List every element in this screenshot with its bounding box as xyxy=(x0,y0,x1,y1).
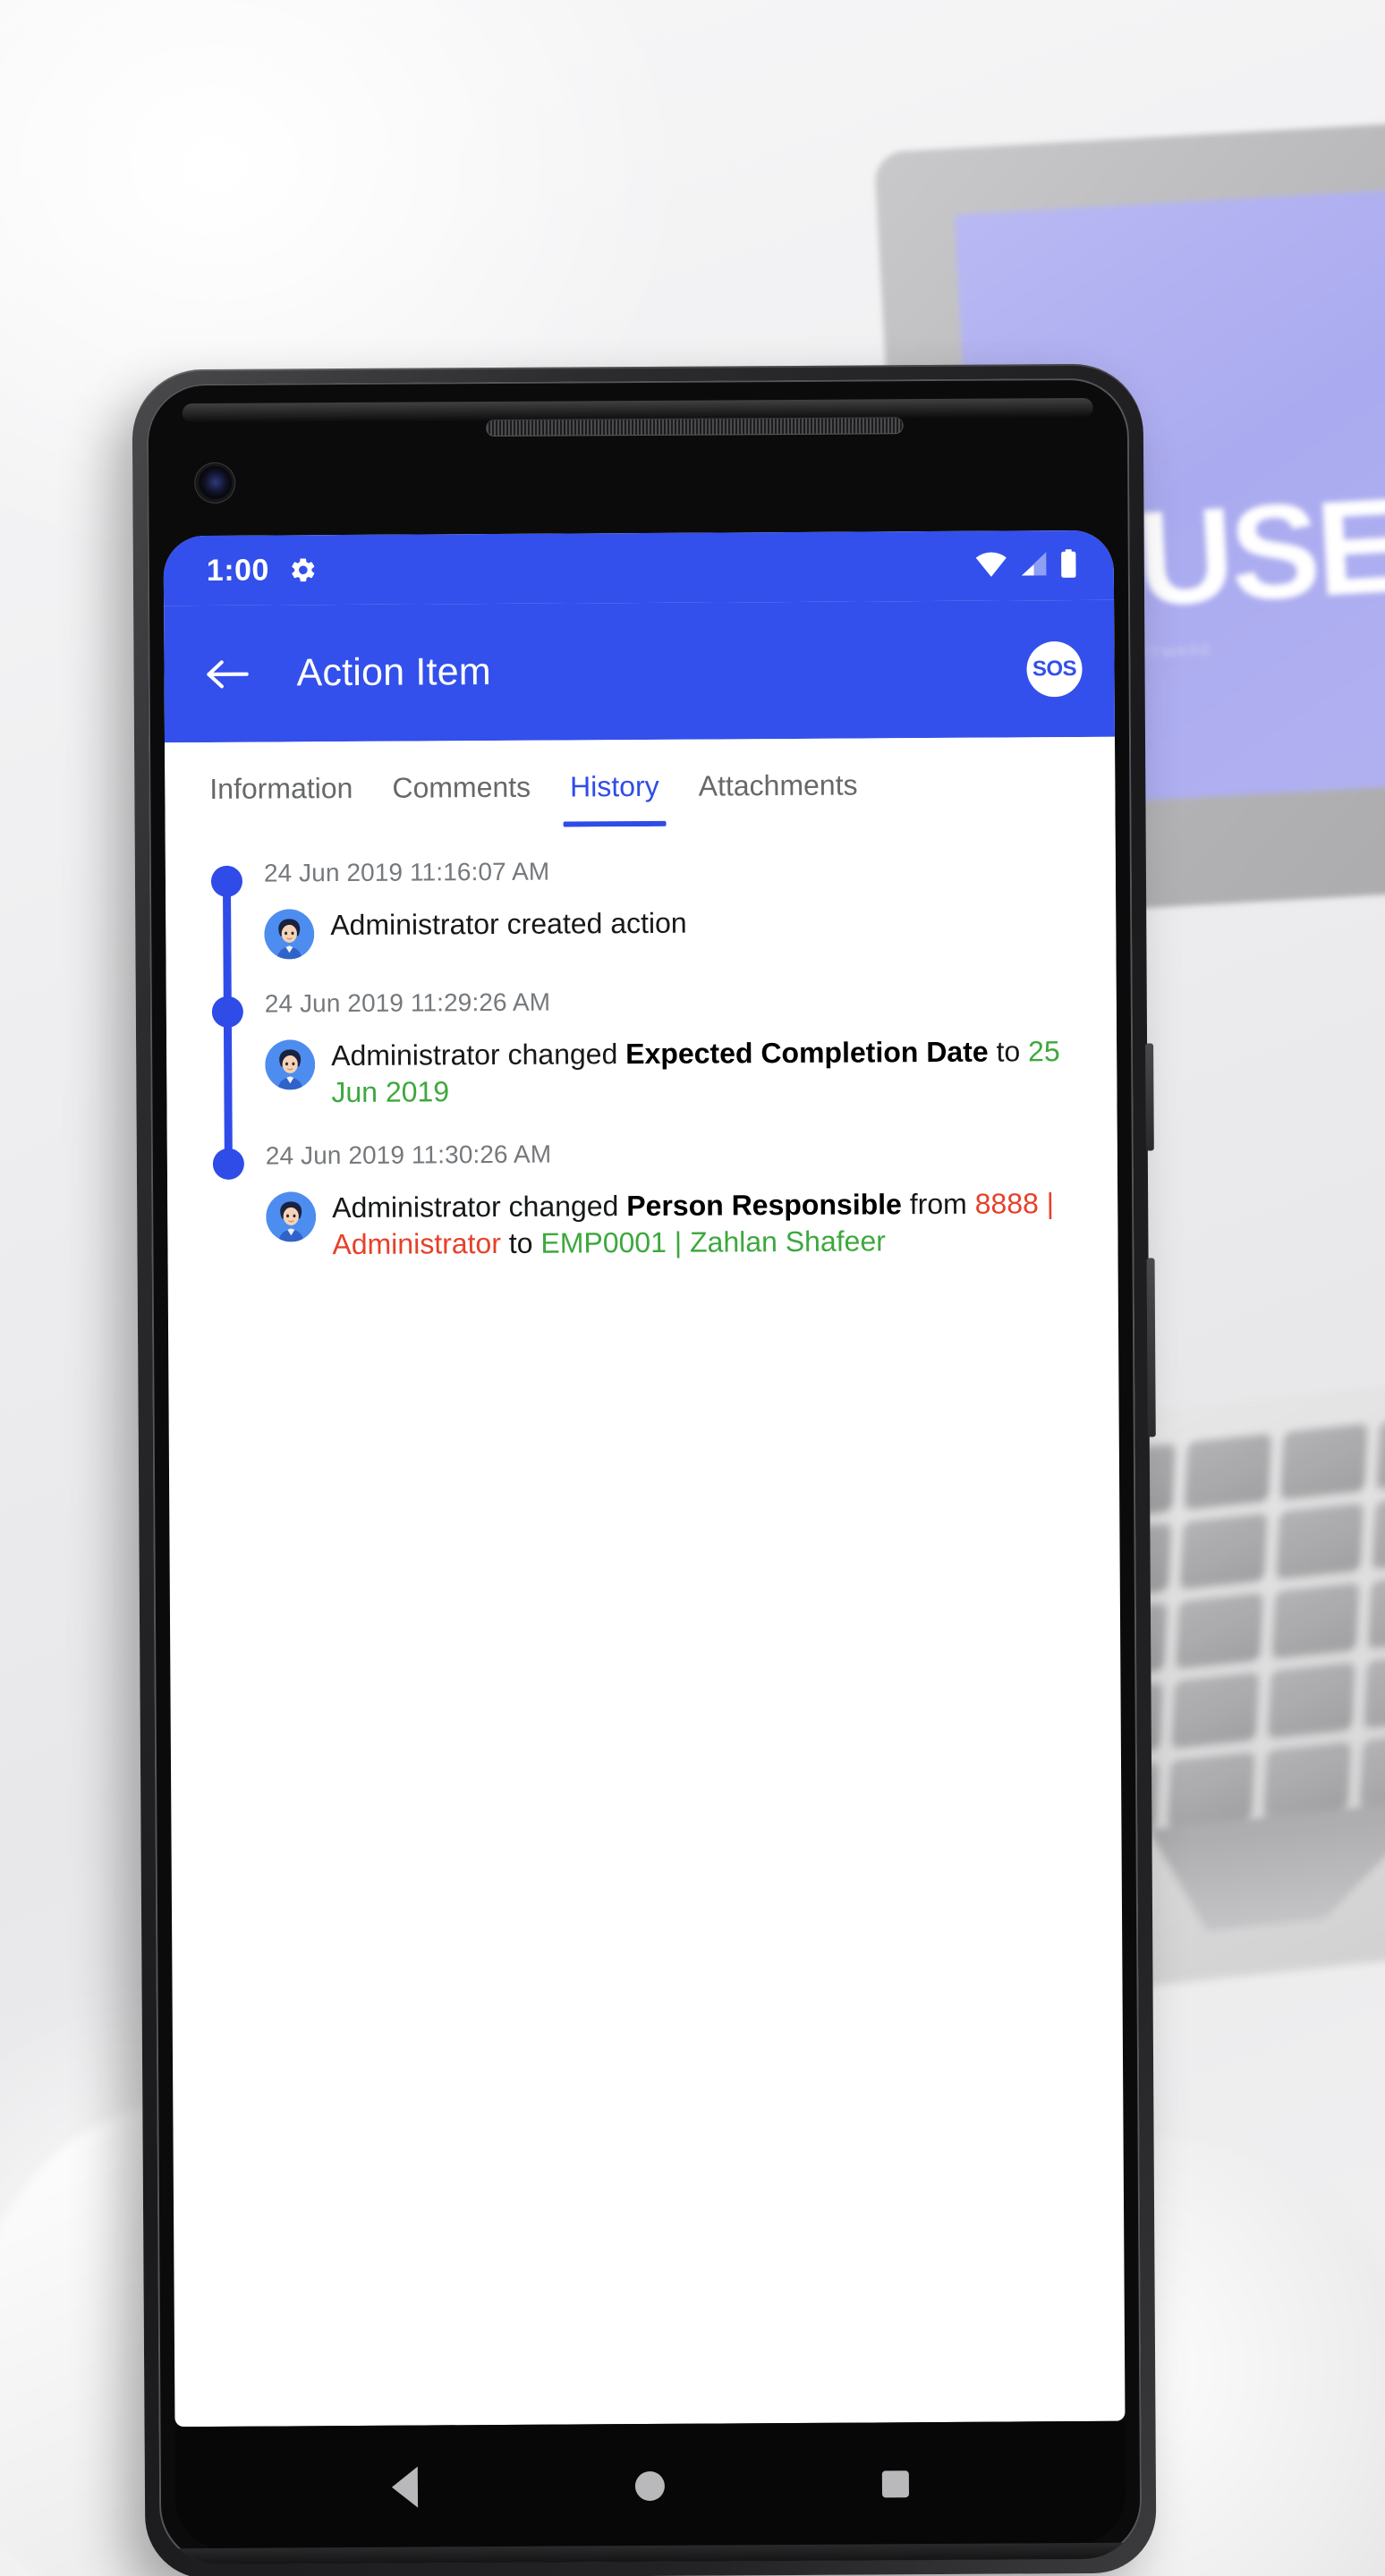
history-entry-text: Administrator changed Expected Completio… xyxy=(331,1031,1081,1111)
history-timestamp: 24 Jun 2019 11:16:07 AM xyxy=(263,857,550,887)
tab-information[interactable]: Information xyxy=(190,767,372,829)
tab-history[interactable]: History xyxy=(550,765,679,827)
history-text-part: from xyxy=(901,1187,975,1221)
phone-bezel: 1:00 Action Item SOS Information Comment… xyxy=(146,377,1143,2565)
history-entry-text: Administrator created action xyxy=(330,903,687,944)
tab-comments[interactable]: Comments xyxy=(372,766,550,828)
back-arrow-icon[interactable] xyxy=(203,649,251,698)
cell-signal-icon xyxy=(1019,550,1048,581)
page-title: Action Item xyxy=(296,650,491,695)
screenshot-scene: OUSE SOFTWARE 1:00 Action Item SOS Infor… xyxy=(0,0,1385,2576)
front-camera-icon xyxy=(198,465,233,501)
history-text-part: to xyxy=(988,1035,1029,1068)
volume-button[interactable] xyxy=(1145,1043,1154,1151)
history-timestamp: 24 Jun 2019 11:29:26 AM xyxy=(264,987,551,1018)
history-text-field: Person Responsible xyxy=(626,1188,902,1223)
history-entry-text: Administrator changed Person Responsible… xyxy=(332,1183,1082,1263)
timeline-dot xyxy=(212,1148,244,1180)
status-bar-time: 1:00 xyxy=(206,553,270,588)
status-bar-icons xyxy=(975,548,1078,583)
sos-badge[interactable]: SOS xyxy=(1026,640,1083,697)
timeline-dot xyxy=(210,865,243,897)
history-text-part: Administrator changed xyxy=(332,1190,627,1224)
history-text-part: Administrator created action xyxy=(330,906,687,942)
list-item: 24 Jun 2019 11:30:26 AM Administrator ch… xyxy=(167,1137,1118,1264)
user-avatar-icon xyxy=(264,909,315,960)
history-timestamp: 24 Jun 2019 11:30:26 AM xyxy=(265,1140,552,1170)
user-avatar-icon xyxy=(265,1039,316,1090)
phone-screen: 1:00 Action Item SOS Information Comment… xyxy=(163,530,1126,2428)
status-bar: 1:00 xyxy=(163,530,1115,606)
history-timeline: 24 Jun 2019 11:16:07 AM Administrator cr… xyxy=(165,823,1118,1265)
timeline-dot xyxy=(211,996,243,1028)
nav-recents-square-icon[interactable] xyxy=(882,2470,910,2498)
battery-full-icon xyxy=(1059,548,1078,582)
tab-bar: Information Comments History Attachments xyxy=(165,736,1116,830)
earpiece-speaker xyxy=(486,418,903,436)
history-text-new-value: EMP0001 | Zahlan Shafeer xyxy=(540,1224,886,1259)
wifi-icon xyxy=(975,550,1007,581)
app-bar: Action Item SOS xyxy=(164,599,1115,743)
android-navigation-bar xyxy=(174,2420,1126,2551)
history-text-part: to xyxy=(500,1226,541,1259)
user-avatar-icon xyxy=(266,1191,317,1242)
history-text-part: Administrator changed xyxy=(331,1038,626,1072)
nav-home-circle-icon[interactable] xyxy=(634,2470,666,2501)
list-item: 24 Jun 2019 11:29:26 AM Administrator ch… xyxy=(166,985,1117,1112)
gear-icon xyxy=(289,555,318,584)
nav-back-triangle-icon[interactable] xyxy=(391,2466,418,2508)
tab-attachments[interactable]: Attachments xyxy=(679,763,878,826)
phone-device: 1:00 Action Item SOS Information Comment… xyxy=(132,363,1157,2576)
power-button[interactable] xyxy=(1146,1258,1156,1437)
history-text-field: Expected Completion Date xyxy=(625,1035,989,1071)
list-item: 24 Jun 2019 11:16:07 AM Administrator cr… xyxy=(166,854,1117,960)
